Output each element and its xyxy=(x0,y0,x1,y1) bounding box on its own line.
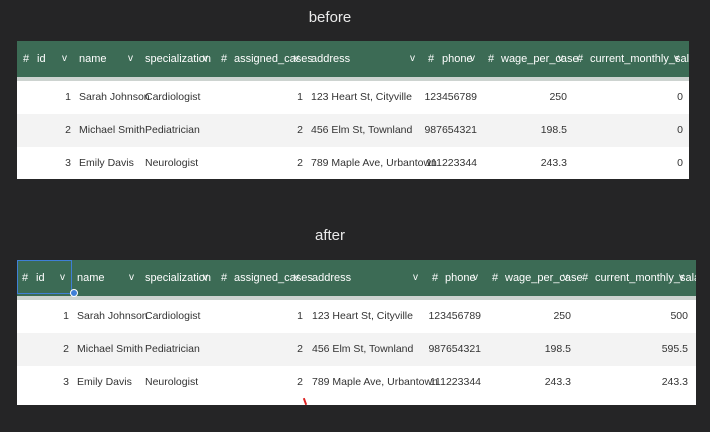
column-header-name[interactable]: name xyxy=(77,260,105,296)
cell-specialization[interactable]: Pediatrician xyxy=(145,114,200,147)
column-menu-chevron-icon[interactable]: v xyxy=(563,260,568,296)
cell-current_monthly_salary[interactable]: 243.3 xyxy=(608,366,688,399)
cell-specialization[interactable]: Cardiologist xyxy=(145,81,200,114)
numeric-type-icon: # xyxy=(492,272,499,284)
cell-wage_per_case[interactable]: 198.5 xyxy=(491,333,571,366)
cell-id[interactable]: 3 xyxy=(17,366,69,399)
column-header-wage_per_case[interactable]: wage_per_case xyxy=(505,260,583,296)
column-menu-chevron-icon[interactable]: v xyxy=(473,260,478,296)
table-header: # id v name v specialization v # assigned_cases v… xyxy=(17,260,696,296)
cell-current_monthly_salary[interactable]: 0 xyxy=(603,81,683,114)
column-header-assigned_cases[interactable]: assigned_cases xyxy=(234,41,313,77)
before-label: before xyxy=(308,9,352,26)
cell-phone[interactable]: 987654321 xyxy=(401,333,481,366)
cell-current_monthly_salary[interactable]: 595.5 xyxy=(608,333,688,366)
table-header: # id v name v specialization v # assigned_cases v… xyxy=(17,41,689,77)
column-header-address[interactable]: address xyxy=(312,260,351,296)
cell-assigned_cases[interactable]: 2 xyxy=(223,147,303,179)
cell-name[interactable]: Emily Davis xyxy=(77,366,132,399)
cell-phone[interactable]: 987654321 xyxy=(397,114,477,147)
table-row: 3 Emily Davis Neurologist 2 789 Maple Ave, U… xyxy=(17,147,689,179)
cell-id[interactable]: 1 xyxy=(17,300,69,333)
cell-current_monthly_salary[interactable]: 500 xyxy=(608,300,688,333)
column-menu-chevron-icon[interactable]: v xyxy=(203,260,208,296)
column-header-assigned_cases[interactable]: assigned_cases xyxy=(234,260,313,296)
column-menu-chevron-icon[interactable]: v xyxy=(129,260,134,296)
numeric-type-icon: # xyxy=(577,53,584,65)
table-row: 2 Michael Smith Pediatrician 2 456 Elm St, T… xyxy=(17,114,689,147)
table-row: 3 Emily Davis Neurologist 2 789 Maple Ave, U… xyxy=(17,366,696,399)
column-header-phone[interactable]: phone xyxy=(445,260,476,296)
cell-phone[interactable]: 123456789 xyxy=(397,81,477,114)
cell-specialization[interactable]: Neurologist xyxy=(145,366,198,399)
after-table: # id v name v specialization v # assigned_cases v… xyxy=(17,260,696,405)
selection-fill-handle[interactable] xyxy=(70,289,78,297)
cell-id[interactable]: 1 xyxy=(17,81,71,114)
cell-address[interactable]: 456 Elm St, Townland xyxy=(312,333,413,366)
column-menu-chevron-icon[interactable]: v xyxy=(679,260,684,296)
numeric-type-icon: # xyxy=(488,53,495,65)
cell-specialization[interactable]: Pediatrician xyxy=(145,333,200,366)
cell-name[interactable]: Emily Davis xyxy=(79,147,134,179)
cell-assigned_cases[interactable]: 2 xyxy=(223,114,303,147)
numeric-type-icon: # xyxy=(432,272,439,284)
after-label: after xyxy=(314,227,345,244)
cell-current_monthly_salary[interactable]: 0 xyxy=(603,114,683,147)
cell-assigned_cases[interactable]: 2 xyxy=(223,366,303,399)
cell-name[interactable]: Sarah Johnson xyxy=(79,81,150,114)
column-menu-chevron-icon[interactable]: v xyxy=(294,260,299,296)
cell-phone[interactable]: 111223344 xyxy=(401,366,481,399)
cell-id[interactable]: 3 xyxy=(17,147,71,179)
cell-assigned_cases[interactable]: 2 xyxy=(223,333,303,366)
cell-wage_per_case[interactable]: 243.3 xyxy=(491,366,571,399)
numeric-type-icon: # xyxy=(221,272,228,284)
table-row: 1 Sarah Johnson Cardiologist 1 123 Heart St,… xyxy=(17,300,696,333)
cell-name[interactable]: Sarah Johnson xyxy=(77,300,148,333)
column-menu-chevron-icon[interactable]: v xyxy=(62,41,67,77)
numeric-type-icon: # xyxy=(428,53,435,65)
cell-id[interactable]: 2 xyxy=(17,333,69,366)
column-header-specialization[interactable]: specialization xyxy=(145,260,211,296)
cell-wage_per_case[interactable]: 250 xyxy=(491,300,571,333)
column-menu-chevron-icon[interactable]: v xyxy=(413,260,418,296)
numeric-type-icon: # xyxy=(221,53,228,65)
column-header-phone[interactable]: phone xyxy=(442,41,473,77)
cell-current_monthly_salary[interactable]: 0 xyxy=(603,147,683,179)
cell-name[interactable]: Michael Smith xyxy=(77,333,143,366)
selected-cell-outline xyxy=(17,260,72,294)
numeric-type-icon: # xyxy=(23,53,30,65)
table-row: 1 Sarah Johnson Cardiologist 1 123 Heart St,… xyxy=(17,81,689,114)
before-table: # id v name v specialization v # assigned_cases v… xyxy=(17,41,689,179)
cell-name[interactable]: Michael Smith xyxy=(79,114,145,147)
cell-assigned_cases[interactable]: 1 xyxy=(223,300,303,333)
cell-phone[interactable]: 111223344 xyxy=(397,147,477,179)
cell-wage_per_case[interactable]: 250 xyxy=(487,81,567,114)
column-menu-chevron-icon[interactable]: v xyxy=(128,41,133,77)
column-header-specialization[interactable]: specialization xyxy=(145,41,211,77)
column-header-address[interactable]: address xyxy=(311,41,350,77)
column-menu-chevron-icon[interactable]: v xyxy=(294,41,299,77)
cell-specialization[interactable]: Cardiologist xyxy=(145,300,200,333)
cell-wage_per_case[interactable]: 198.5 xyxy=(487,114,567,147)
column-menu-chevron-icon[interactable]: v xyxy=(674,41,679,77)
cell-wage_per_case[interactable]: 243.3 xyxy=(487,147,567,179)
column-menu-chevron-icon[interactable]: v xyxy=(410,41,415,77)
column-menu-chevron-icon[interactable]: v xyxy=(558,41,563,77)
cell-specialization[interactable]: Neurologist xyxy=(145,147,198,179)
numeric-type-icon: # xyxy=(582,272,589,284)
column-menu-chevron-icon[interactable]: v xyxy=(203,41,208,77)
column-header-name[interactable]: name xyxy=(79,41,107,77)
table-row: 2 Michael Smith Pediatrician 2 456 Elm St, T… xyxy=(17,333,696,366)
cell-id[interactable]: 2 xyxy=(17,114,71,147)
cell-assigned_cases[interactable]: 1 xyxy=(223,81,303,114)
cell-phone[interactable]: 123456789 xyxy=(401,300,481,333)
column-header-wage_per_case[interactable]: wage_per_case xyxy=(501,41,579,77)
column-menu-chevron-icon[interactable]: v xyxy=(470,41,475,77)
column-header-id[interactable]: id xyxy=(37,41,46,77)
cell-address[interactable]: 123 Heart St, Cityville xyxy=(312,300,413,333)
